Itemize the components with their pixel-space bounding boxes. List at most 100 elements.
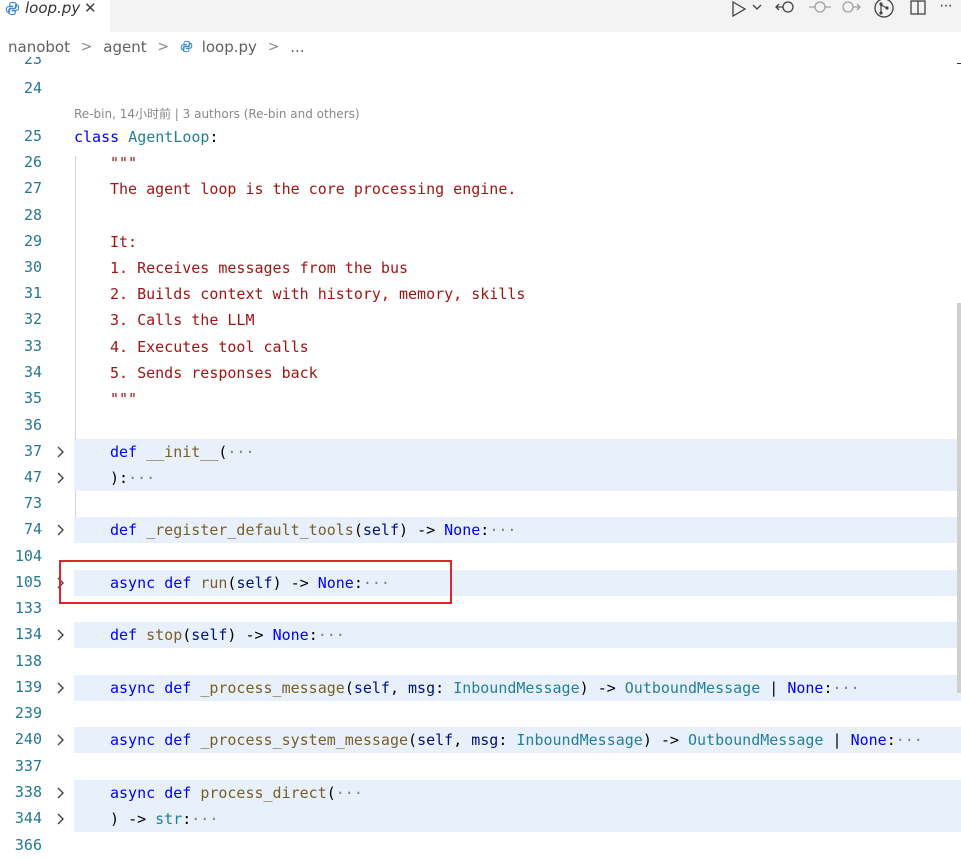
operator: | xyxy=(769,679,779,697)
chevron-right-icon[interactable] xyxy=(55,734,67,746)
keyword: None xyxy=(787,679,824,697)
scrollbar-thumb[interactable] xyxy=(957,303,961,693)
punctuation: ) xyxy=(110,810,120,828)
folded-ellipsis[interactable]: ··· xyxy=(128,469,155,487)
punctuation: ): xyxy=(110,469,129,487)
editor-tab-bar: loop.py ✕ ··· xyxy=(0,0,961,32)
code-line: 138 xyxy=(0,649,961,675)
vertical-scrollbar[interactable] xyxy=(957,63,961,858)
line-number: 36 xyxy=(23,416,42,434)
line-number: 104 xyxy=(14,547,42,565)
folded-code-line: 344 ) -> str:··· xyxy=(0,806,961,832)
function-name: _register_default_tools xyxy=(146,521,354,539)
line-number: 239 xyxy=(14,704,42,722)
parameter: self xyxy=(191,626,228,644)
code-line: 26 """ xyxy=(0,150,961,176)
breadcrumb-item-symbol[interactable]: ... xyxy=(290,38,304,56)
parameter: self xyxy=(362,521,399,539)
python-file-icon xyxy=(180,40,193,53)
keyword: async xyxy=(110,784,156,802)
arrow: -> xyxy=(417,521,436,539)
code-text: async def process_direct(··· xyxy=(110,784,363,802)
keyword: class xyxy=(74,128,120,146)
chevron-down-icon[interactable] xyxy=(751,0,763,18)
folded-ellipsis[interactable]: ··· xyxy=(227,443,254,461)
folded-ellipsis[interactable]: ··· xyxy=(191,810,218,828)
docstring: """ xyxy=(110,154,138,172)
code-line: 31 2. Builds context with history, memor… xyxy=(0,281,961,307)
close-icon[interactable]: ✕ xyxy=(84,0,97,17)
chevron-right-icon[interactable] xyxy=(55,787,67,799)
chevron-right-icon[interactable] xyxy=(55,472,67,484)
highlight-box xyxy=(59,560,452,604)
code-text: def stop(self) -> None:··· xyxy=(110,626,345,644)
folded-ellipsis[interactable]: ··· xyxy=(896,731,923,749)
keyword: None xyxy=(850,731,887,749)
code-editor[interactable]: 23 24 Re-bin, 14小时前 | 3 authors (Re-bin … xyxy=(0,57,961,858)
chevron-right-icon[interactable] xyxy=(55,682,67,694)
line-number: 28 xyxy=(23,206,42,224)
code-text: ) -> str:··· xyxy=(110,810,219,828)
line-number: 74 xyxy=(23,520,42,538)
go-back-icon[interactable] xyxy=(774,0,796,18)
type-name: str xyxy=(155,810,183,828)
folded-ellipsis[interactable]: ··· xyxy=(833,679,860,697)
folded-code-line: 240 async def _process_system_message(se… xyxy=(0,727,961,753)
line-number: 338 xyxy=(14,783,42,801)
code-line: 33 4. Executes tool calls xyxy=(0,334,961,360)
breadcrumb-separator: > xyxy=(80,38,93,55)
breadcrumb-item-agent[interactable]: agent xyxy=(103,38,146,56)
type-name: InboundMessage xyxy=(453,679,580,697)
source-control-graph-icon[interactable] xyxy=(873,0,895,18)
parameter: msg xyxy=(471,731,499,749)
code-line: 24 xyxy=(0,76,961,102)
line-number: 47 xyxy=(23,468,42,486)
code-line: 28 xyxy=(0,203,961,229)
code-line: 34 5. Sends responses back xyxy=(0,360,961,386)
keyword: None xyxy=(272,626,309,644)
run-icon[interactable] xyxy=(730,0,748,18)
breadcrumb-item-loop-py[interactable]: loop.py xyxy=(202,38,257,56)
code-line: 36 xyxy=(0,413,961,439)
punctuation: ( xyxy=(326,784,336,802)
type-name: OutboundMessage xyxy=(688,731,824,749)
code-line: 73 xyxy=(0,491,961,517)
chevron-right-icon[interactable] xyxy=(55,446,67,458)
function-name: _process_message xyxy=(200,679,345,697)
code-line: 239 xyxy=(0,701,961,727)
line-number: 37 xyxy=(23,442,42,460)
chevron-right-icon[interactable] xyxy=(55,813,67,825)
function-name: process_direct xyxy=(200,784,327,802)
line-number: 32 xyxy=(23,310,42,328)
breadcrumb-item-nanobot[interactable]: nanobot xyxy=(8,38,70,56)
go-forward-icon[interactable] xyxy=(840,0,862,18)
tab-loop-py[interactable]: loop.py ✕ xyxy=(0,0,110,32)
line-number: 29 xyxy=(23,232,42,250)
keyword: def xyxy=(164,784,192,802)
line-number: 33 xyxy=(23,337,42,355)
operator: | xyxy=(832,731,842,749)
line-number: 337 xyxy=(14,757,42,775)
split-editor-icon[interactable] xyxy=(909,0,927,18)
type-name: OutboundMessage xyxy=(624,679,761,697)
folded-code-line: 37 def __init__(··· xyxy=(0,439,961,465)
folded-ellipsis[interactable]: ··· xyxy=(336,784,363,802)
git-blame-annotation[interactable]: Re-bin, 14小时前 | 3 authors (Re-bin and ot… xyxy=(74,105,360,122)
line-number: 344 xyxy=(14,809,42,827)
folded-ellipsis[interactable]: ··· xyxy=(489,521,516,539)
keyword: def xyxy=(110,443,138,461)
keyword: def xyxy=(164,679,192,697)
chevron-right-icon[interactable] xyxy=(55,524,67,536)
chevron-right-icon[interactable] xyxy=(55,629,67,641)
arrow: -> xyxy=(597,679,616,697)
code-line: 29 It: xyxy=(0,229,961,255)
more-actions-icon[interactable]: ··· xyxy=(939,0,953,15)
code-text: def __init__(··· xyxy=(110,443,255,461)
git-commit-icon[interactable] xyxy=(809,0,831,18)
line-number: 35 xyxy=(23,389,42,407)
line-number: 138 xyxy=(14,652,42,670)
keyword: async xyxy=(110,679,156,697)
folded-ellipsis[interactable]: ··· xyxy=(318,626,345,644)
scrollbar-marker xyxy=(957,63,961,64)
breadcrumb-separator: > xyxy=(267,38,280,55)
